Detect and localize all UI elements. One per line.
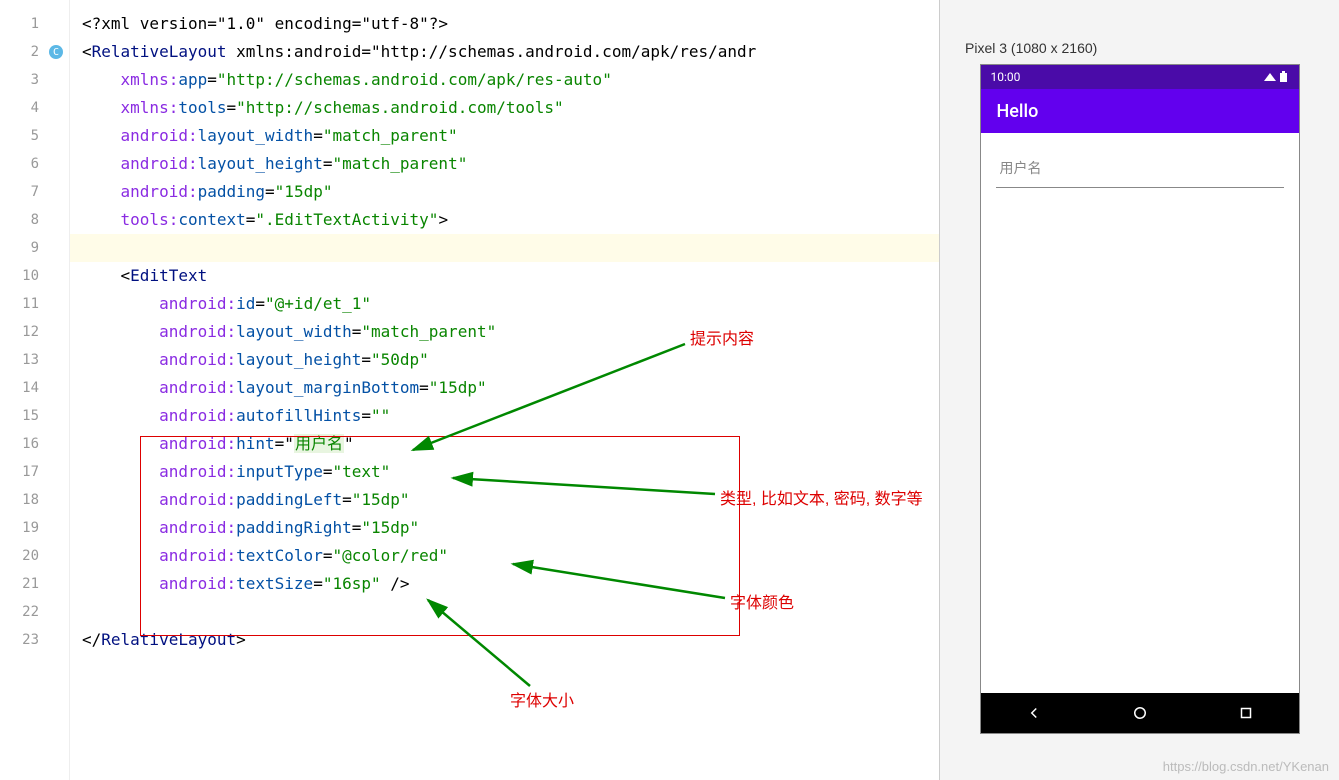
code-line[interactable]: <?xml version="1.0" encoding="utf-8"?>	[70, 10, 939, 38]
code-line[interactable]	[70, 234, 939, 262]
gutter-row[interactable]: 18	[0, 486, 69, 514]
gutter-row[interactable]: 7	[0, 178, 69, 206]
status-icons	[1263, 71, 1289, 83]
annotation-inputtype-label: 类型, 比如文本, 密码, 数字等	[720, 486, 923, 514]
gutter: 12C34567891011121314151617181920212223	[0, 0, 70, 780]
code-line[interactable]: android:paddingRight="15dp"	[70, 514, 939, 542]
gutter-row[interactable]: 3	[0, 66, 69, 94]
gutter-row[interactable]: 10	[0, 262, 69, 290]
gutter-row[interactable]: 23	[0, 626, 69, 654]
arrow-textsize	[420, 594, 540, 694]
phone-frame: 10:00 Hello 用户名	[980, 64, 1300, 734]
code-line[interactable]: android:padding="15dp"	[70, 178, 939, 206]
nav-bar	[981, 693, 1299, 733]
gutter-row[interactable]: 16	[0, 430, 69, 458]
watermark: https://blog.csdn.net/YKenan	[1163, 759, 1329, 774]
editor-content[interactable]: <?xml version="1.0" encoding="utf-8"?><R…	[70, 0, 939, 780]
gutter-row[interactable]: 19	[0, 514, 69, 542]
app-bar: Hello	[981, 89, 1299, 133]
code-line[interactable]: <RelativeLayout xmlns:android="http://sc…	[70, 38, 939, 66]
code-editor[interactable]: 12C34567891011121314151617181920212223 <…	[0, 0, 939, 780]
gutter-row[interactable]: 1	[0, 10, 69, 38]
code-line[interactable]: xmlns:app="http://schemas.android.com/ap…	[70, 66, 939, 94]
gutter-row[interactable]: 6	[0, 150, 69, 178]
nav-recent-icon[interactable]	[1237, 704, 1255, 722]
battery-icon	[1279, 71, 1289, 83]
gutter-row[interactable]: 14	[0, 374, 69, 402]
gutter-row[interactable]: 22	[0, 598, 69, 626]
arrow-hint	[405, 340, 695, 460]
gutter-row[interactable]: 9	[0, 234, 69, 262]
gutter-row[interactable]: 2C	[0, 38, 69, 66]
code-line[interactable]: tools:context=".EditTextActivity">	[70, 206, 939, 234]
device-label: Pixel 3 (1080 x 2160)	[940, 40, 1097, 56]
phone-content: 用户名	[981, 133, 1299, 693]
gutter-row[interactable]: 20	[0, 542, 69, 570]
preview-panel: Pixel 3 (1080 x 2160) 10:00 Hello 用户名	[939, 0, 1339, 780]
wifi-icon	[1263, 71, 1277, 83]
annotation-hint-label: 提示内容	[690, 326, 754, 354]
gutter-row[interactable]: 11	[0, 290, 69, 318]
status-bar: 10:00	[981, 65, 1299, 89]
code-line[interactable]: android:id="@+id/et_1"	[70, 290, 939, 318]
code-line[interactable]: android:layout_height="match_parent"	[70, 150, 939, 178]
annotation-textcolor-label: 字体颜色	[730, 590, 794, 618]
gutter-row[interactable]: 8	[0, 206, 69, 234]
app-title: Hello	[997, 101, 1039, 122]
gutter-row[interactable]: 13	[0, 346, 69, 374]
code-line[interactable]: xmlns:tools="http://schemas.android.com/…	[70, 94, 939, 122]
code-line[interactable]: android:layout_width="match_parent"	[70, 122, 939, 150]
edit-text-preview[interactable]: 用户名	[996, 148, 1284, 188]
gutter-row[interactable]: 5	[0, 122, 69, 150]
nav-back-icon[interactable]	[1025, 704, 1043, 722]
status-time: 10:00	[991, 70, 1021, 84]
gutter-row[interactable]: 21	[0, 570, 69, 598]
gutter-row[interactable]: 12	[0, 318, 69, 346]
edit-text-hint: 用户名	[1000, 158, 1042, 178]
class-icon[interactable]: C	[49, 45, 63, 59]
arrow-inputtype	[445, 470, 725, 500]
gutter-row[interactable]: 15	[0, 402, 69, 430]
gutter-row[interactable]: 17	[0, 458, 69, 486]
gutter-row[interactable]: 4	[0, 94, 69, 122]
code-line[interactable]: <EditText	[70, 262, 939, 290]
nav-home-icon[interactable]	[1131, 704, 1149, 722]
